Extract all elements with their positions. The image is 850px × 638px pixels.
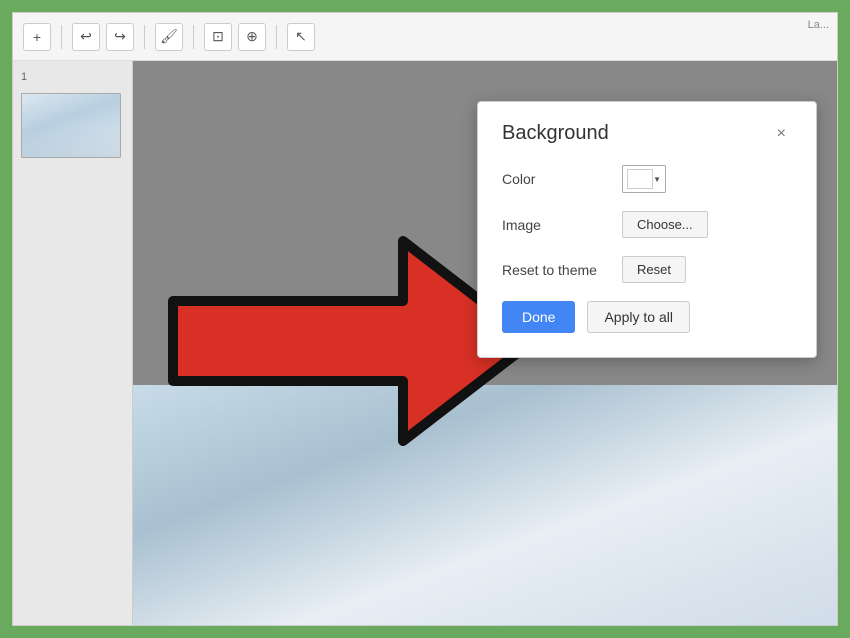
toolbar-separator-3 (193, 25, 194, 49)
paint-button[interactable]: 🖌 (155, 23, 183, 51)
color-picker-button[interactable]: ▼ (622, 165, 666, 193)
zoom-button[interactable]: ⊕ (238, 23, 266, 51)
bottom-slide-bg (133, 385, 837, 625)
top-right-label: La... (800, 13, 837, 37)
dialog-actions: Done Apply to all (502, 301, 792, 333)
toolbar-separator-1 (61, 25, 62, 49)
dialog-title: Background (502, 122, 609, 145)
choose-image-button[interactable]: Choose... (622, 211, 708, 238)
toolbar-separator-4 (276, 25, 277, 49)
toolbar-separator-2 (144, 25, 145, 49)
background-dialog: Background × Color ▼ Image Ch (477, 101, 817, 358)
reset-button[interactable]: Reset (622, 256, 686, 283)
add-button[interactable]: + (23, 23, 51, 51)
undo-button[interactable]: ↩ (72, 23, 100, 51)
image-label: Image (502, 217, 622, 233)
content-area: 1 Background × (13, 61, 837, 625)
dialog-header: Background × (502, 122, 792, 145)
reset-row: Reset to theme Reset (502, 256, 792, 283)
toolbar: + ↩ ↪ 🖌 ⊡ ⊕ ↖ La... (13, 13, 837, 61)
slide-number: 1 (21, 71, 124, 83)
canvas-area: Background × Color ▼ Image Ch (133, 61, 837, 625)
dropdown-arrow-icon: ▼ (653, 175, 661, 184)
redo-button[interactable]: ↪ (106, 23, 134, 51)
color-row: Color ▼ (502, 165, 792, 193)
done-button[interactable]: Done (502, 301, 575, 333)
reset-label: Reset to theme (502, 262, 622, 278)
dialog-close-button[interactable]: × (771, 123, 792, 145)
app-container: + ↩ ↪ 🖌 ⊡ ⊕ ↖ La... 1 (12, 12, 838, 626)
crop-button[interactable]: ⊡ (204, 23, 232, 51)
apply-to-all-button[interactable]: Apply to all (587, 301, 689, 333)
slides-panel: 1 (13, 61, 133, 625)
color-label: Color (502, 171, 622, 187)
color-swatch (627, 169, 653, 189)
slide-thumbnail[interactable] (21, 93, 121, 158)
cursor-button[interactable]: ↖ (287, 23, 315, 51)
image-row: Image Choose... (502, 211, 792, 238)
